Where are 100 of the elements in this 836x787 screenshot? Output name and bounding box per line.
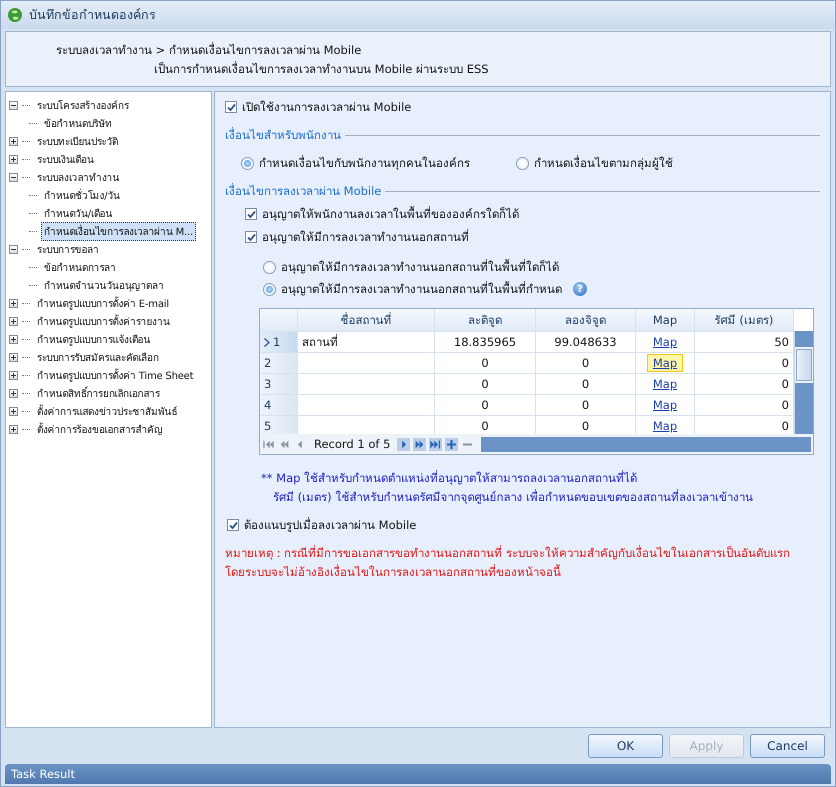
- row-number: 5: [264, 419, 272, 433]
- remark-text: หมายเหตุ : กรณีที่มีการขอเอกสารขอทำงานนอกสถานที่ ระบบจะให้ความสำคัญกับเงื่อนไขในเอกสารเป็นอันดับแรก: [225, 544, 791, 562]
- collapse-icon[interactable]: [9, 244, 18, 254]
- row-header[interactable]: 4: [260, 395, 298, 415]
- expand-icon[interactable]: [9, 136, 18, 146]
- current-row-icon: [264, 338, 271, 346]
- group-title: เงื่อนไขสำหรับพนักงาน: [225, 126, 341, 144]
- radio-label[interactable]: อนุญาตให้มีการลงเวลาทำงานนอกสถานที่ในพื้นที่กำหนด: [281, 280, 562, 298]
- column-header[interactable]: Map: [636, 309, 695, 331]
- radio-label[interactable]: กำหนดเงื่อนไขกับพนักงานทุกคนในองค์กร: [259, 154, 470, 172]
- remark-text: โดยระบบจะไม่อ้างอิงเงื่อนไขในการลงเวลานอกสถานที่ของหน้าจอนี้: [225, 563, 562, 581]
- row-number: 2: [264, 356, 272, 370]
- horizontal-scrollbar[interactable]: [481, 436, 811, 452]
- tree-item[interactable]: กำหนดรูปแบบการแจ้งเตือน: [34, 330, 154, 348]
- tree-item[interactable]: ระบบการรับสมัครและคัดเลือก: [34, 348, 162, 366]
- dialog-button[interactable]: OK: [588, 734, 663, 758]
- last-record-icon[interactable]: [429, 438, 442, 450]
- row-header[interactable]: 5: [260, 416, 298, 434]
- tree-item[interactable]: กำหนดชั่วโมง/วัน: [41, 186, 123, 204]
- page-description: เป็นการกำหนดเงื่อนไขการลงเวลาทำงานบน Mobile ผ่านระบบ ESS: [153, 60, 490, 78]
- table-cell: 0: [536, 395, 636, 415]
- table-cell: 0: [536, 353, 636, 373]
- group-title: เงื่อนไขการลงเวลาผ่าน Mobile: [225, 182, 382, 200]
- tree-item[interactable]: กำหนดสิทธิ์การยกเลิกเอกสาร: [34, 384, 163, 402]
- radio-button[interactable]: [263, 282, 276, 296]
- tree-item[interactable]: กำหนดรูปแบบการตั้งค่า Time Sheet: [34, 366, 196, 384]
- expand-icon[interactable]: [9, 334, 18, 344]
- note-text: ** Map ใช้สำหรับกำหนดตำแหน่งที่อนุญาตให้สามารถลงเวลานอกสถานที่ได้: [261, 469, 638, 487]
- column-header[interactable]: รัศมี (เมตร): [695, 309, 794, 331]
- row-number: 1: [273, 335, 280, 349]
- previous-page-icon[interactable]: [278, 438, 291, 450]
- expand-icon[interactable]: [9, 406, 18, 416]
- table-cell: 0: [435, 395, 536, 415]
- row-header[interactable]: 3: [260, 374, 298, 394]
- table-cell: 18.835965: [435, 332, 536, 352]
- expand-icon[interactable]: [9, 298, 18, 308]
- expand-icon[interactable]: [9, 388, 18, 398]
- column-header[interactable]: ละติจูด: [435, 309, 536, 331]
- table-cell: 0: [435, 353, 536, 373]
- tree-item[interactable]: ข้อกำหนดการลา: [41, 258, 119, 276]
- tree-item[interactable]: ระบบการขอลา: [34, 240, 102, 258]
- checkbox[interactable]: [225, 101, 237, 113]
- radio-button[interactable]: [516, 156, 529, 170]
- expand-icon[interactable]: [9, 424, 18, 434]
- expand-icon[interactable]: [9, 154, 18, 164]
- tree-item[interactable]: ระบบทะเบียนประวัติ: [34, 132, 122, 150]
- row-header[interactable]: 1: [260, 332, 298, 352]
- vertical-scrollbar[interactable]: [794, 331, 813, 434]
- next-page-icon[interactable]: [413, 438, 426, 450]
- table-cell: 0: [435, 374, 536, 394]
- map-link[interactable]: Map: [646, 396, 684, 414]
- radio-button[interactable]: [263, 260, 276, 274]
- row-header[interactable]: 2: [260, 353, 298, 373]
- checkbox[interactable]: [227, 519, 239, 531]
- map-link[interactable]: Map: [646, 333, 684, 351]
- record-counter: Record 1 of 5: [313, 437, 392, 451]
- first-record-icon[interactable]: [262, 438, 275, 450]
- checkbox-label[interactable]: เปิดใช้งานการลงเวลาผ่าน Mobile: [242, 98, 412, 116]
- table-cell: สถานที่: [298, 332, 435, 352]
- tree-item[interactable]: ระบบเงินเดือน: [34, 150, 97, 168]
- tree-item[interactable]: กำหนดรูปแบบการตั้งค่า E-mail: [34, 294, 172, 312]
- tree-item[interactable]: กำหนดวัน/เดือน: [41, 204, 116, 222]
- map-link[interactable]: Map: [646, 375, 684, 393]
- table-cell: 0: [536, 374, 636, 394]
- radio-label[interactable]: อนุญาตให้มีการลงเวลาทำงานนอกสถานที่ในพื้นที่ใดก็ได้: [281, 258, 559, 276]
- tree-item[interactable]: กำหนดจำนวนวันอนุญาตลา: [41, 276, 167, 294]
- app-logo-icon: [7, 7, 23, 23]
- column-header[interactable]: ชื่อสถานที่: [298, 309, 435, 331]
- collapse-icon[interactable]: [9, 172, 18, 182]
- tree-item[interactable]: ระบบลงเวลาทำงาน: [34, 168, 122, 186]
- radio-button[interactable]: [241, 156, 254, 170]
- table-cell: 99.048633: [536, 332, 636, 352]
- checkbox-label[interactable]: อนุญาตให้มีการลงเวลาทำงานนอกสถานที่: [262, 228, 469, 246]
- row-number: 4: [264, 398, 272, 412]
- breadcrumb: ระบบลงเวลาทำงาน > กำหนดเงื่อนไขการลงเวลาผ่าน Mobile: [56, 41, 362, 58]
- column-header[interactable]: ลองจิจูด: [536, 309, 636, 331]
- tree-item[interactable]: ระบบโครงสร้างองค์กร: [34, 96, 132, 114]
- expand-icon[interactable]: [9, 316, 18, 326]
- task-result-title: Task Result: [11, 767, 76, 781]
- expand-icon[interactable]: [9, 352, 18, 362]
- map-link[interactable]: Map: [646, 354, 684, 372]
- collapse-icon[interactable]: [9, 100, 18, 110]
- next-record-icon[interactable]: [397, 438, 410, 450]
- note-text: รัศมี (เมตร) ใช้สำหรับกำหนดรัศมีจากจุดศูนย์กลาง เพื่อกำหนดขอบเขตของสถานที่ลงเวลาเข้างาน: [272, 488, 754, 506]
- checkbox[interactable]: [245, 231, 257, 243]
- dialog-button[interactable]: Cancel: [750, 734, 825, 758]
- window-title: บันทึกข้อกำหนดองค์กร: [29, 6, 156, 24]
- checkbox-label[interactable]: อนุญาตให้พนักงานลงเวลาในพื้นที่ขององค์กรใดก็ได้: [262, 205, 519, 223]
- tree-item[interactable]: กำหนดเงื่อนไขการลงเวลาผ่าน M...: [41, 222, 196, 240]
- tree-item[interactable]: ข้อกำหนดบริษัท: [41, 114, 116, 132]
- tree-item[interactable]: ตั้งค่าการร้องขอเอกสารสำคัญ: [34, 420, 166, 438]
- add-icon[interactable]: [445, 438, 458, 450]
- row-number: 3: [264, 377, 272, 391]
- checkbox-label[interactable]: ต้องแนบรูปเมื่อลงเวลาผ่าน Mobile: [244, 516, 416, 534]
- expand-icon[interactable]: [9, 370, 18, 380]
- map-link[interactable]: Map: [646, 417, 684, 434]
- radio-label[interactable]: กำหนดเงื่อนไขตามกลุ่มผู้ใช้: [534, 154, 673, 172]
- checkbox[interactable]: [245, 208, 257, 220]
- tree-item[interactable]: กำหนดรูปแบบการตั้งค่ารายงาน: [34, 312, 173, 330]
- tree-item[interactable]: ตั้งค่าการแสดงข่าวประชาสัมพันธ์: [34, 402, 180, 420]
